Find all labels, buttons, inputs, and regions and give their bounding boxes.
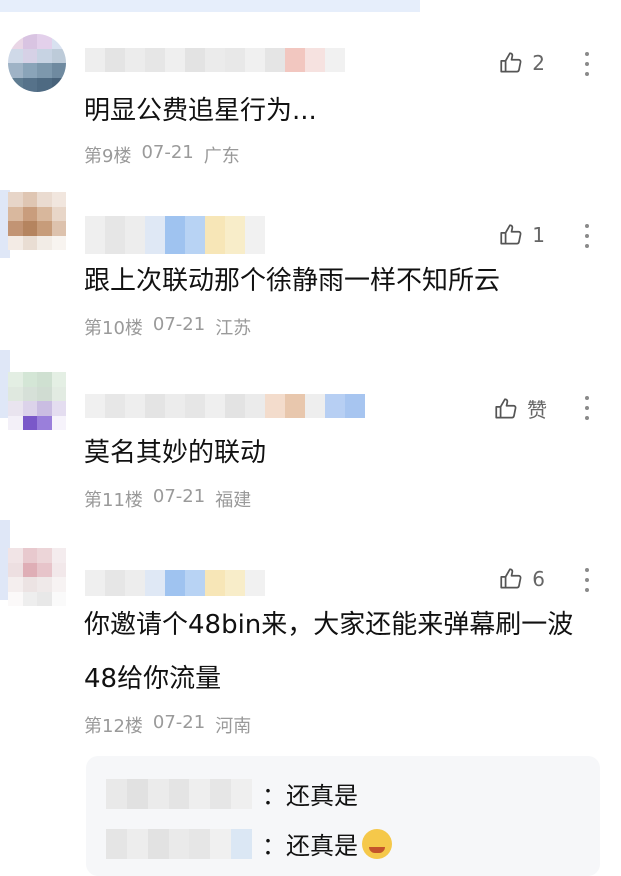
top-blurred-strip <box>0 0 420 12</box>
comment-location: 河南 <box>215 716 252 737</box>
comment-meta: 第11楼 07-21 福建 <box>84 486 251 512</box>
more-options-button[interactable] <box>575 224 599 248</box>
comment-location: 福建 <box>215 490 252 511</box>
comment-date: 07-21 <box>152 712 206 733</box>
thumbs-up-icon <box>500 224 522 245</box>
like-label: 赞 <box>527 398 547 422</box>
avatar[interactable] <box>8 192 66 250</box>
reply-text: ：还真是 <box>262 832 358 860</box>
more-options-button[interactable] <box>575 52 599 76</box>
floor-number: 第9楼 <box>84 146 132 167</box>
like-count: 2 <box>532 51 545 75</box>
reply-username-blurred[interactable] <box>106 778 253 809</box>
avatar[interactable] <box>8 372 66 430</box>
username-blurred[interactable] <box>85 48 345 72</box>
more-options-button[interactable] <box>575 396 599 420</box>
comment-date: 07-21 <box>141 142 194 163</box>
comment-date: 07-21 <box>152 486 206 507</box>
floor-number: 第10楼 <box>84 318 143 339</box>
comment-date: 07-21 <box>152 314 206 335</box>
thumbs-up-icon <box>500 52 522 73</box>
comment-meta: 第9楼 07-21 广东 <box>84 142 240 168</box>
like-button[interactable]: 赞 <box>493 394 547 423</box>
floor-number: 第12楼 <box>84 716 143 737</box>
reply-item[interactable]: ：还真是 <box>106 776 358 811</box>
reply-item[interactable]: ：还真是 <box>106 826 392 861</box>
more-options-button[interactable] <box>575 568 599 592</box>
like-button[interactable]: 1 <box>498 222 545 248</box>
comment-text: 莫名其妙的联动 <box>84 438 267 468</box>
comment-text: 明显公费追星行为... <box>84 96 317 126</box>
username-blurred[interactable] <box>85 216 267 254</box>
comment-text: 你邀请个48bin来，大家还能来弹幕刷一波48给你流量 <box>84 610 574 694</box>
like-button[interactable]: 6 <box>498 566 545 592</box>
comment-text: 跟上次联动那个徐静雨一样不知所云 <box>84 266 501 296</box>
comment-meta: 第10楼 07-21 江苏 <box>84 314 251 340</box>
comment-location: 江苏 <box>215 318 252 339</box>
like-button[interactable]: 2 <box>498 50 545 76</box>
reply-preview[interactable]: ：还真是 ：还真是 <box>86 756 600 876</box>
reply-text: ：还真是 <box>262 782 358 810</box>
like-count: 1 <box>532 223 545 247</box>
like-count: 6 <box>532 567 545 591</box>
avatar[interactable] <box>8 548 66 606</box>
avatar[interactable] <box>8 34 66 92</box>
comment-location: 广东 <box>203 146 240 167</box>
comment-meta: 第12楼 07-21 河南 <box>84 712 251 738</box>
thumbs-up-icon <box>500 568 522 589</box>
grin-emoji-icon <box>362 828 392 859</box>
reply-username-blurred[interactable] <box>106 828 253 859</box>
username-blurred[interactable] <box>85 394 367 418</box>
username-blurred[interactable] <box>85 570 267 596</box>
floor-number: 第11楼 <box>84 490 143 511</box>
thumbs-up-icon <box>495 397 517 419</box>
